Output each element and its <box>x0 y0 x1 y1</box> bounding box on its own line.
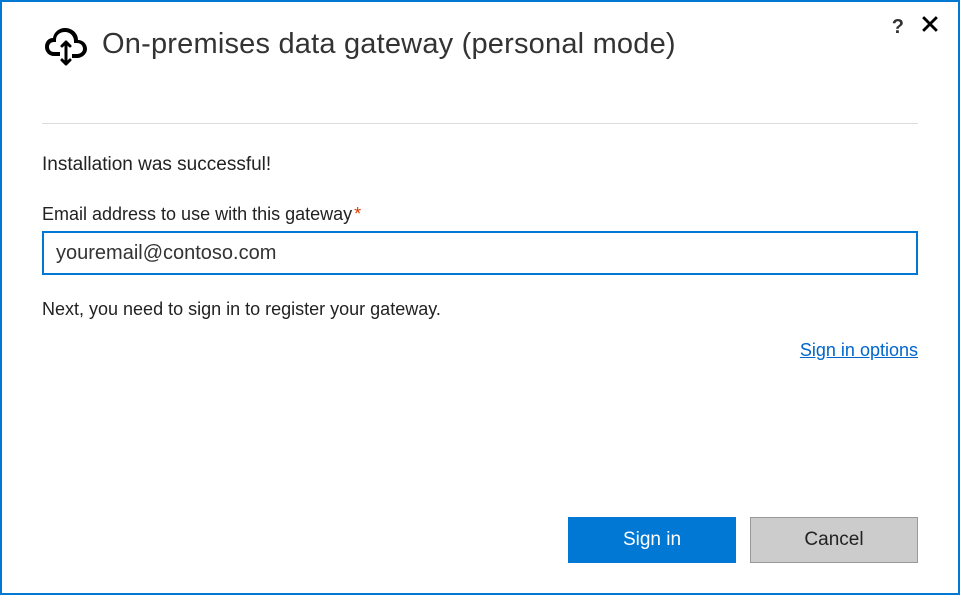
content-area: Installation was successful! Email addre… <box>2 123 958 361</box>
instruction-text: Next, you need to sign in to register yo… <box>42 299 918 320</box>
sign-in-button[interactable]: Sign in <box>568 517 736 563</box>
required-marker: * <box>354 204 361 224</box>
gateway-cloud-icon <box>42 20 90 68</box>
cancel-button[interactable]: Cancel <box>750 517 918 563</box>
sign-in-options-link[interactable]: Sign in options <box>800 340 918 360</box>
titlebar: On-premises data gateway (personal mode)… <box>2 2 958 68</box>
button-bar: Sign in Cancel <box>568 517 918 563</box>
close-icon[interactable] <box>922 16 938 39</box>
email-input[interactable] <box>42 231 918 275</box>
divider <box>42 123 918 124</box>
dialog-window: On-premises data gateway (personal mode)… <box>0 0 960 595</box>
help-icon[interactable]: ? <box>892 16 904 39</box>
dialog-title: On-premises data gateway (personal mode) <box>102 28 676 61</box>
sign-in-options-container: Sign in options <box>42 340 918 361</box>
email-label-text: Email address to use with this gateway <box>42 204 352 224</box>
email-label: Email address to use with this gateway* <box>42 204 918 225</box>
window-controls: ? <box>892 16 938 39</box>
status-text: Installation was successful! <box>42 154 918 176</box>
